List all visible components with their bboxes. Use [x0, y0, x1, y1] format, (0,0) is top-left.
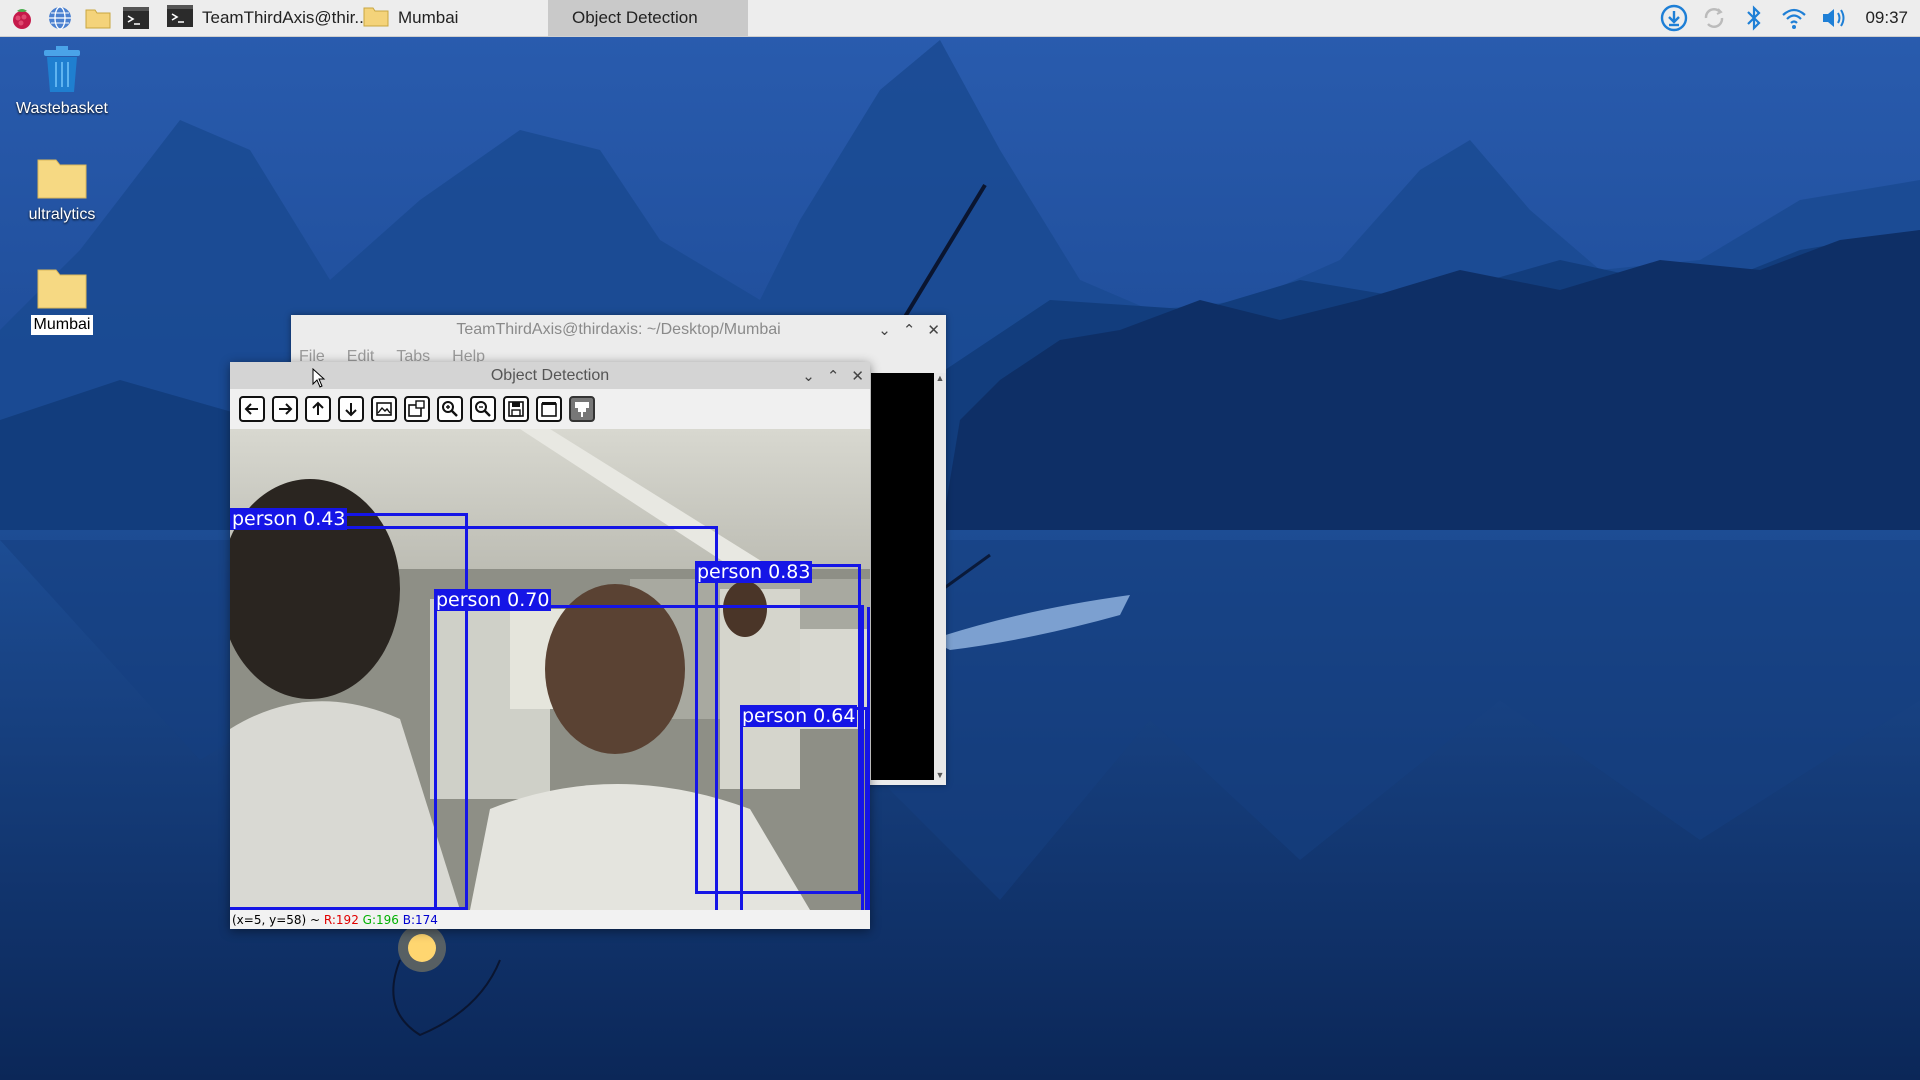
copy-icon[interactable] [535, 395, 563, 423]
close-icon[interactable]: ✕ [927, 321, 940, 339]
detection-label: person 0.70 [434, 589, 552, 611]
arrow-left-icon[interactable] [238, 395, 266, 423]
object-detection-window[interactable]: Object Detection ⌄ ⌃ ✕ person 0.43 perso… [230, 362, 870, 929]
image-toolbar [230, 389, 870, 429]
detection-box [740, 707, 868, 910]
system-tray: 09:37 [1659, 0, 1920, 36]
terminal-scrollbar[interactable]: ▲ ▼ [934, 373, 946, 780]
arrow-up-icon[interactable] [304, 395, 332, 423]
detection-label: person 0.43 [230, 508, 348, 530]
desktop-icon-label: Mumbai [30, 315, 94, 335]
chevron-down-icon[interactable]: ⌄ [878, 321, 891, 339]
desktop-icon-label: Wastebasket [16, 100, 108, 117]
status-coords: (x=5, y=58) ~ [232, 912, 321, 927]
taskbar-task-label: TeamThirdAxis@thir.. [202, 8, 364, 27]
taskbar-task-label: Mumbai [398, 8, 459, 27]
status-blue: B:174 [402, 912, 438, 927]
sync-icon[interactable] [1699, 3, 1729, 33]
terminal-output[interactable] [871, 373, 943, 780]
file-manager-icon[interactable] [82, 2, 114, 34]
maximize-icon[interactable]: ⌃ [903, 321, 916, 339]
raspberry-menu-icon[interactable] [6, 2, 38, 34]
window-title: Object Detection [490, 366, 610, 384]
maximize-icon[interactable]: ⌃ [827, 367, 840, 385]
detection-label: person 0.64 [740, 705, 858, 727]
wifi-icon[interactable] [1779, 3, 1809, 33]
desktop-icon-wastebasket[interactable]: Wastebasket [2, 44, 122, 119]
zoom-out-icon[interactable] [469, 395, 497, 423]
status-green: G:196 [362, 912, 399, 927]
taskbar-task-terminal[interactable]: TeamThirdAxis@thir.. [158, 0, 364, 36]
arrow-down-icon[interactable] [337, 395, 365, 423]
folder-icon [362, 3, 390, 34]
desktop-icon-label: ultralytics [28, 206, 96, 223]
pixel-status-bar: (x=5, y=58) ~ R:192 G:196 B:174 [230, 910, 870, 929]
arrow-right-icon[interactable] [271, 395, 299, 423]
scroll-up-icon[interactable]: ▲ [934, 373, 946, 383]
taskbar-task-object-detection[interactable]: Object Detection [548, 0, 748, 36]
properties-icon[interactable] [568, 395, 596, 423]
download-icon[interactable] [1659, 3, 1689, 33]
desktop-icon-mumbai[interactable]: Mumbai [2, 264, 122, 335]
trash-icon [2, 44, 122, 99]
terminal-titlebar[interactable]: TeamThirdAxis@thirdaxis: ~/Desktop/Mumba… [291, 315, 946, 345]
status-red: R:192 [323, 912, 359, 927]
taskbar-task-mumbai[interactable]: Mumbai [354, 0, 548, 36]
taskbar: TeamThirdAxis@thir.. Mumbai Object Detec… [0, 0, 1920, 37]
clock[interactable]: 09:37 [1865, 8, 1908, 28]
chevron-down-icon[interactable]: ⌄ [802, 367, 815, 385]
zoom-in-icon[interactable] [436, 395, 464, 423]
terminal-launcher-icon[interactable] [120, 2, 152, 34]
desktop-icon-ultralytics[interactable]: ultralytics [2, 154, 122, 225]
taskbar-task-label: Object Detection [572, 8, 698, 27]
folder-icon [2, 154, 122, 205]
camera-frame[interactable]: person 0.43 person 0.70 person 0.83 pers… [230, 429, 870, 910]
image-icon[interactable] [370, 395, 398, 423]
terminal-icon [166, 3, 194, 34]
web-browser-icon[interactable] [44, 2, 76, 34]
mouse-cursor-icon [312, 368, 326, 388]
window-title: TeamThirdAxis@thirdaxis: ~/Desktop/Mumba… [456, 321, 781, 338]
detection-label: person 0.83 [695, 561, 813, 583]
close-icon[interactable]: ✕ [851, 367, 864, 385]
folder-icon [2, 264, 122, 315]
scroll-down-icon[interactable]: ▼ [934, 770, 946, 780]
volume-icon[interactable] [1819, 3, 1849, 33]
save-icon[interactable] [502, 395, 530, 423]
bluetooth-icon[interactable] [1739, 3, 1769, 33]
object-detection-titlebar[interactable]: Object Detection ⌄ ⌃ ✕ [230, 362, 870, 389]
image-properties-icon[interactable] [403, 395, 431, 423]
